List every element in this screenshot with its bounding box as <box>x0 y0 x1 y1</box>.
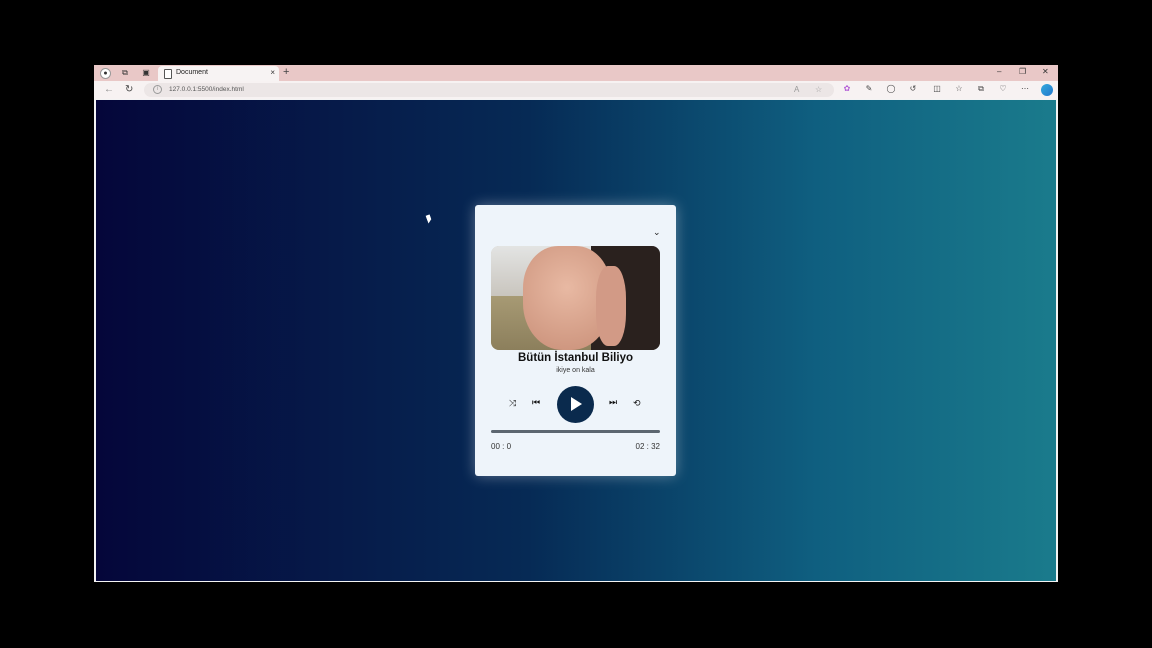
more-menu-icon[interactable]: ⋯ <box>1020 84 1030 94</box>
mouse-cursor <box>425 214 433 224</box>
previous-icon[interactable]: ⏮ <box>532 397 540 408</box>
favorite-star-icon[interactable]: ☆ <box>815 85 822 94</box>
split-screen-icon[interactable]: ◫ <box>932 84 942 94</box>
music-player-card: ⌄ Bütün İstanbul Biliyo ikiye on kala ⤨ … <box>475 205 676 476</box>
artist-name: ikiye on kala <box>556 367 595 374</box>
refresh-icon[interactable]: ↻ <box>125 84 133 95</box>
close-window-icon[interactable]: ✕ <box>1042 67 1049 76</box>
browser-essentials-icon[interactable]: ♡ <box>998 84 1008 94</box>
new-tab-button[interactable]: + <box>283 66 289 78</box>
page-viewport: ⌄ Bütün İstanbul Biliyo ikiye on kala ⤨ … <box>96 100 1056 581</box>
duration: 02 : 32 <box>635 442 660 451</box>
chevron-down-icon[interactable]: ⌄ <box>653 227 661 238</box>
progress-bar[interactable] <box>491 430 660 433</box>
close-tab-icon[interactable]: × <box>270 68 275 77</box>
play-button[interactable] <box>557 386 594 423</box>
play-icon <box>571 397 582 411</box>
repeat-icon[interactable]: ⟲ <box>633 398 641 409</box>
current-time: 00 : 0 <box>491 442 512 451</box>
album-cover <box>491 246 660 350</box>
collections-icon[interactable]: ⧉ <box>976 84 986 94</box>
workspaces-icon[interactable]: ⧉ <box>120 68 130 78</box>
info-icon[interactable]: i <box>153 85 162 94</box>
copilot-icon[interactable] <box>1041 84 1053 96</box>
minimize-icon[interactable]: – <box>997 67 1001 76</box>
browser-window: ● ⧉ ▣ Document × + – ❐ ✕ ← ↻ i 127.0.0.1… <box>94 65 1058 582</box>
favorites-icon[interactable]: ☆ <box>954 84 964 94</box>
profile-icon[interactable]: ● <box>100 68 111 79</box>
tab-title: Document <box>176 69 208 76</box>
address-bar-row: ← ↻ i 127.0.0.1:5500/index.html A ☆ ✿ ✎ … <box>94 81 1058 99</box>
address-bar[interactable]: i 127.0.0.1:5500/index.html A ☆ <box>144 83 834 97</box>
back-icon[interactable]: ← <box>104 84 114 95</box>
url-text: 127.0.0.1:5500/index.html <box>169 86 244 93</box>
next-icon[interactable]: ⏭ <box>609 397 617 408</box>
vertical-tabs-icon[interactable]: ▣ <box>141 68 151 78</box>
song-title: Bütün İstanbul Biliyo <box>518 352 633 364</box>
extension-circle-icon[interactable]: ◯ <box>886 84 896 94</box>
sync-icon[interactable]: ↺ <box>908 84 918 94</box>
extension-icon[interactable]: ✿ <box>842 84 852 94</box>
tab-document[interactable]: Document × <box>158 66 279 81</box>
tab-bar: ● ⧉ ▣ Document × + – ❐ ✕ <box>94 65 1058 81</box>
shuffle-icon[interactable]: ⤨ <box>509 398 516 409</box>
pen-icon[interactable]: ✎ <box>864 84 874 94</box>
document-icon <box>164 69 172 79</box>
read-aloud-icon[interactable]: A <box>794 85 799 94</box>
restore-icon[interactable]: ❐ <box>1019 67 1026 76</box>
